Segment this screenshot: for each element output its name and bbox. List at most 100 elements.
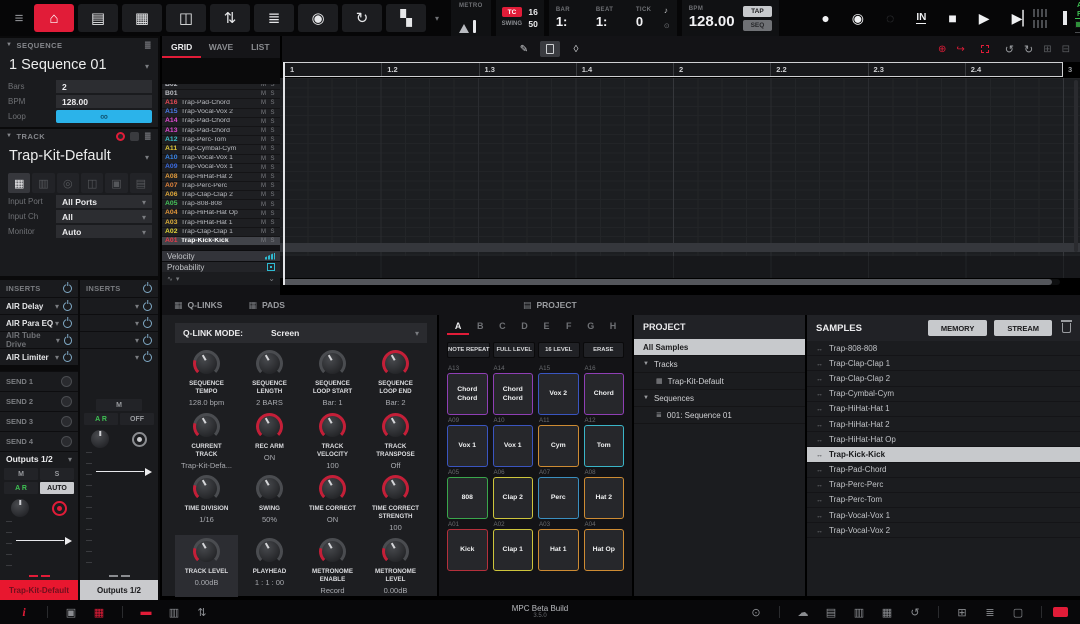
power-icon[interactable] bbox=[143, 353, 152, 362]
drum-pad[interactable]: Hat 2 bbox=[584, 477, 625, 519]
velocity-lane[interactable] bbox=[280, 256, 1080, 278]
pad-row[interactable]: B01 M S bbox=[162, 90, 280, 99]
sequence-selector[interactable]: 1 Sequence 01 bbox=[0, 52, 158, 78]
tab-qlinks[interactable]: ▦Q-LINKS bbox=[174, 300, 222, 311]
solo-button[interactable]: S bbox=[268, 211, 277, 217]
collapse-caret-icon[interactable]: ▼ bbox=[6, 42, 12, 48]
channel-name-label[interactable]: Trap-Kit-Default bbox=[0, 580, 78, 600]
sequence-menu-icon[interactable]: ≣ bbox=[144, 40, 152, 51]
tab-project[interactable]: ▤PROJECT bbox=[523, 300, 577, 311]
trash-icon[interactable] bbox=[1062, 323, 1071, 333]
solo-button[interactable]: S bbox=[40, 468, 74, 480]
power-icon[interactable] bbox=[143, 336, 152, 345]
solo-button[interactable]: S bbox=[268, 183, 277, 189]
qlink-knob[interactable] bbox=[322, 353, 343, 374]
pad-row[interactable]: A07 Trap-Perc-Perc M S bbox=[162, 182, 280, 191]
pad-row[interactable]: A09 Trap-Vocal-Vox 1 M S bbox=[162, 164, 280, 173]
file-icon[interactable]: ▤ bbox=[819, 606, 843, 619]
project-item-sequence[interactable]: ≣001: Sequence 01 bbox=[634, 407, 805, 424]
snap-icon[interactable]: ⊕ bbox=[938, 44, 946, 55]
automation-zigzag-icon[interactable]: ∿ bbox=[167, 275, 173, 283]
power-icon[interactable] bbox=[143, 302, 152, 311]
chevron-down-icon[interactable]: ▾ bbox=[176, 275, 180, 283]
note-value-icon[interactable]: ♪ bbox=[664, 6, 670, 15]
record-series-button[interactable]: ◌ bbox=[886, 10, 894, 26]
solo-button[interactable]: S bbox=[268, 91, 277, 97]
plugin-track-icon[interactable]: ◎ bbox=[57, 173, 79, 193]
monitor-button[interactable] bbox=[132, 432, 147, 447]
insert-slot[interactable]: AIR Delay bbox=[0, 297, 78, 314]
sequencer-view-icon[interactable]: ▬ bbox=[134, 606, 158, 618]
qlink-knob[interactable] bbox=[259, 416, 280, 437]
insert-slot-empty[interactable] bbox=[80, 348, 158, 365]
project-tree-sequences[interactable]: ▼Sequences bbox=[634, 390, 805, 407]
zoom-horizontal-icon[interactable]: ⊞ bbox=[1043, 44, 1051, 55]
send-level-knob[interactable] bbox=[61, 396, 72, 407]
drum-pad[interactable]: Kick bbox=[447, 529, 488, 571]
position-display[interactable]: BAR1: BEAT1: TICK0 ♪⊙ bbox=[549, 0, 677, 36]
drum-pad[interactable]: Clap 1 bbox=[493, 529, 534, 571]
qlink-knob[interactable] bbox=[385, 541, 406, 562]
send-slot[interactable]: SEND 4 bbox=[0, 431, 78, 451]
drum-pad[interactable]: Clap 2 bbox=[493, 477, 534, 519]
power-icon[interactable] bbox=[64, 336, 72, 345]
pad-row[interactable]: A06 Trap-Clap-Clap 2 M S bbox=[162, 191, 280, 200]
qlink-knob[interactable] bbox=[385, 416, 406, 437]
punch-in-button[interactable]: IN bbox=[916, 12, 926, 24]
solo-button[interactable]: S bbox=[268, 174, 277, 180]
play-button[interactable]: ▶ bbox=[979, 10, 990, 27]
track-view-icon[interactable]: ▤ bbox=[78, 4, 118, 32]
solo-button[interactable]: S bbox=[268, 137, 277, 143]
qlink-knob[interactable] bbox=[259, 353, 280, 374]
sample-edit-icon[interactable]: ◫ bbox=[166, 4, 206, 32]
manual-icon[interactable]: ▥ bbox=[847, 606, 871, 619]
pad-row[interactable]: A14 Trap-Pad-Chord M S bbox=[162, 118, 280, 127]
sample-row[interactable]: Trap-Perc-Tom bbox=[807, 493, 1080, 508]
automation-off-button[interactable]: OFF bbox=[120, 413, 154, 425]
mute-button[interactable]: M bbox=[259, 211, 268, 217]
solo-button[interactable]: S bbox=[268, 156, 277, 162]
loop-toggle[interactable] bbox=[56, 110, 152, 123]
tap-tempo-button[interactable]: TAP bbox=[743, 6, 773, 17]
send-level-knob[interactable] bbox=[61, 436, 72, 447]
pad-mixer-icon[interactable]: ▦ bbox=[122, 4, 162, 32]
insert-slot-empty[interactable] bbox=[80, 314, 158, 331]
mute-button[interactable]: M bbox=[259, 128, 268, 134]
redo-icon[interactable]: ↻ bbox=[1024, 43, 1033, 56]
track-volume-fader[interactable] bbox=[4, 521, 74, 571]
pad-function-button[interactable]: ERASE bbox=[583, 342, 625, 358]
sample-row[interactable]: Trap-Vocal-Vox 2 bbox=[807, 523, 1080, 538]
solo-button[interactable]: S bbox=[268, 84, 277, 88]
track-record-arm-icon[interactable] bbox=[116, 132, 125, 141]
playhead[interactable] bbox=[283, 62, 285, 285]
sample-row[interactable]: Trap-Perc-Perc bbox=[807, 478, 1080, 493]
pad-row[interactable]: A02 Trap-Clap-Clap 1 M S bbox=[162, 228, 280, 237]
drum-pad[interactable]: Hat 1 bbox=[538, 529, 579, 571]
qlink-knob[interactable] bbox=[385, 478, 406, 499]
qlink-knob[interactable] bbox=[322, 541, 343, 562]
monitor-select[interactable]: Auto bbox=[56, 225, 152, 238]
grid-view-icon[interactable]: ⊞ bbox=[950, 606, 974, 619]
drum-pad[interactable]: 808 bbox=[447, 477, 488, 519]
pad-bank-tab[interactable]: G bbox=[580, 320, 602, 335]
stream-button[interactable]: STREAM bbox=[994, 320, 1052, 336]
power-icon[interactable] bbox=[63, 319, 72, 328]
mute-button[interactable]: M bbox=[259, 174, 268, 180]
power-icon[interactable] bbox=[143, 284, 152, 293]
seq-tempo-button[interactable]: SEQ bbox=[743, 20, 773, 31]
mute-button[interactable]: M bbox=[259, 202, 268, 208]
mute-button[interactable]: M bbox=[96, 399, 142, 411]
output-select[interactable]: Outputs 1/2 bbox=[0, 451, 78, 466]
zoom-vertical-icon[interactable]: ⊟ bbox=[1062, 44, 1070, 55]
mute-button[interactable]: M bbox=[259, 220, 268, 226]
pad-row[interactable]: A12 Trap-Perc-Tom M S bbox=[162, 136, 280, 145]
status-indicator-icon[interactable]: ⊙ bbox=[744, 606, 768, 619]
power-icon[interactable] bbox=[143, 319, 152, 328]
send-level-knob[interactable] bbox=[61, 376, 72, 387]
qlink-knob[interactable] bbox=[385, 353, 406, 374]
solo-button[interactable]: S bbox=[268, 110, 277, 116]
tree-caret-icon[interactable]: ▼ bbox=[643, 361, 649, 367]
qlink-knob[interactable] bbox=[196, 353, 217, 374]
record-button[interactable]: ● bbox=[821, 10, 829, 26]
mute-button[interactable]: M bbox=[259, 238, 268, 244]
